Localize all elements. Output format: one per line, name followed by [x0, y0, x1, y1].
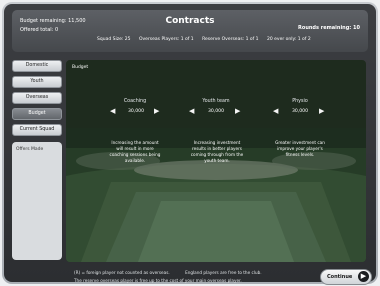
youth-team-increase-arrow-icon[interactable]: ▶: [235, 108, 240, 115]
rounds-remaining: Rounds remaining: 10: [298, 25, 360, 31]
physio-label: Physio: [292, 99, 308, 104]
physio-value: 30,000: [291, 109, 309, 114]
physio-increase-arrow-icon[interactable]: ▶: [319, 108, 324, 115]
youth-team-description: Increasing investment results in better …: [190, 140, 244, 163]
sidebar-item-domestic[interactable]: Domestic: [12, 60, 62, 72]
offers-made-panel: Offers Made: [12, 142, 62, 260]
reserve-player-note: The reserve overseas player is free up t…: [74, 278, 242, 283]
physio-decrease-arrow-icon[interactable]: ◀: [273, 108, 278, 115]
top-header: Budget remaining: 11,500 Offered total: …: [12, 10, 368, 52]
continue-button[interactable]: Continue ▶: [320, 269, 372, 285]
coaching-label: Coaching: [123, 99, 147, 104]
coaching-increase-arrow-icon[interactable]: ▶: [154, 108, 159, 115]
physio-description: Greater investment can improve your play…: [275, 140, 325, 157]
reserve-overseas: Reserve Overseas: 1 of 1: [202, 37, 259, 42]
youth-team-label: Youth team: [202, 99, 230, 104]
offered-total: Offered total: 0: [20, 27, 59, 33]
youth-team-value: 30,000: [207, 109, 225, 114]
offers-made-label: Offers Made: [16, 147, 44, 152]
squad-status-bar: Squad Size: 25 Overseas Players: 1 of 1 …: [97, 37, 318, 42]
sidebar-item-overseas[interactable]: Overseas: [12, 92, 62, 104]
squad-size: Squad Size: 25: [97, 37, 131, 42]
coaching-description: Increasing the amount will result in mor…: [109, 140, 161, 163]
panel-title: Budget: [72, 65, 89, 70]
coaching-value: 30,000: [127, 109, 145, 114]
budget-panel: Budget Coaching ◀ 30,000 ▶ Increasing th…: [66, 60, 366, 262]
footer-line-1: (R) = foreign player not counted as over…: [74, 269, 262, 277]
england-players-note: England players are free to the club.: [185, 270, 262, 275]
coaching-decrease-arrow-icon[interactable]: ◀: [110, 108, 115, 115]
overseas-players: Overseas Players: 1 of 1: [138, 37, 194, 42]
footer-notes: (R) = foreign player not counted as over…: [74, 269, 262, 285]
contracts-sidebar: Domestic Youth Overseas Budget Current S…: [12, 60, 62, 140]
sidebar-item-budget[interactable]: Budget: [12, 108, 62, 120]
continue-arrow-icon: ▶: [358, 271, 369, 282]
youth-team-decrease-arrow-icon[interactable]: ◀: [189, 108, 194, 115]
foreign-player-note: (R) = foreign player not counted as over…: [74, 270, 170, 275]
age-limit: 20 ever only: 1 of 2: [266, 37, 311, 42]
sidebar-item-youth[interactable]: Youth: [12, 76, 62, 88]
sidebar-item-current-squad[interactable]: Current Squad: [12, 124, 62, 136]
continue-label: Continue: [327, 274, 353, 280]
